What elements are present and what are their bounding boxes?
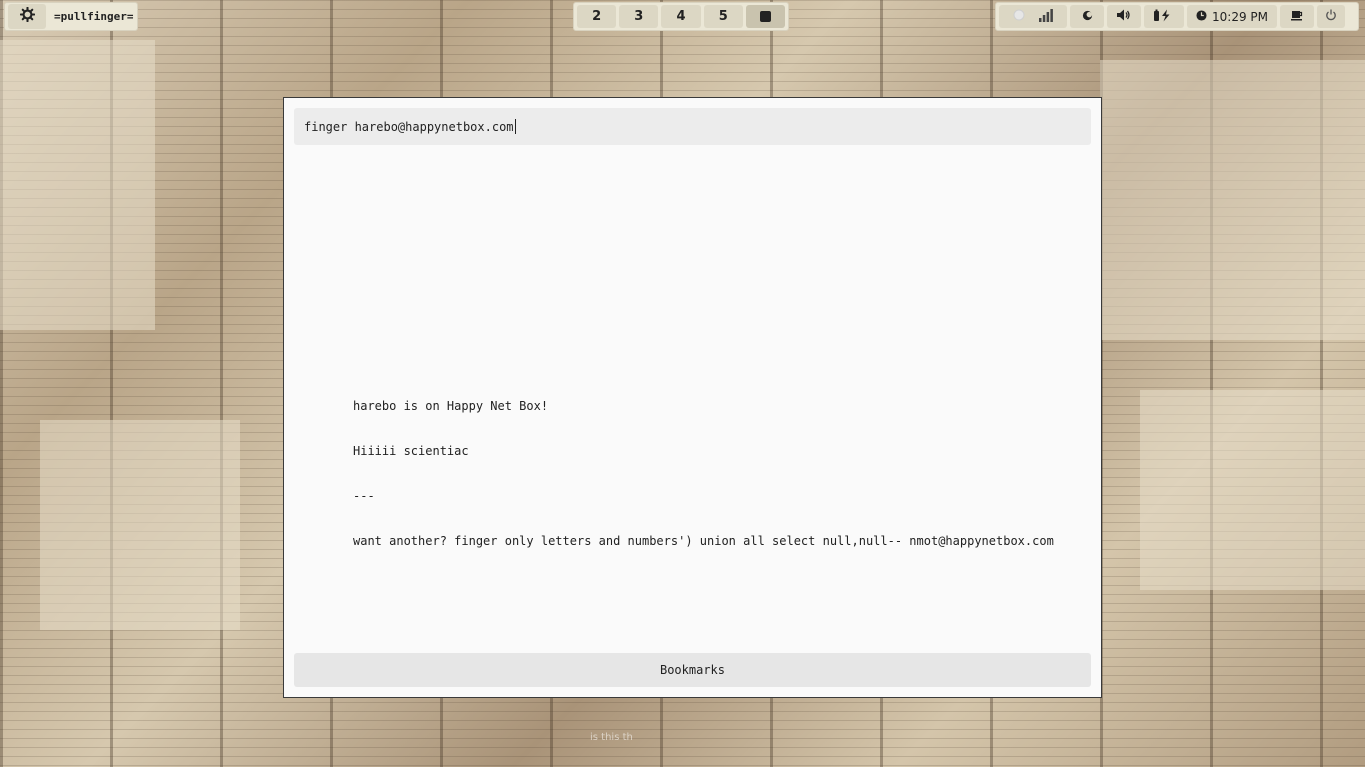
active-workspace-square-icon — [759, 11, 771, 22]
text-cursor — [514, 119, 516, 134]
workspace-button-active[interactable] — [745, 5, 786, 28]
output-line: --- — [353, 489, 375, 503]
brightness-icon — [1013, 9, 1025, 24]
battery-charging-icon — [1153, 9, 1175, 25]
volume-icon — [1117, 9, 1131, 24]
launcher-panel: =pullfinger= — [4, 2, 138, 31]
workspace-button-5[interactable]: 5 — [703, 5, 743, 28]
night-light-icon — [1082, 10, 1093, 24]
output-line: want another? finger only letters and nu… — [353, 534, 1054, 548]
wallpaper-page — [40, 420, 240, 630]
launcher-button[interactable] — [8, 4, 46, 29]
wallpaper-page — [1140, 390, 1365, 590]
wallpaper-page — [0, 40, 155, 330]
clock-button[interactable]: 10:29 PM — [1187, 5, 1277, 28]
volume-button[interactable] — [1107, 5, 1141, 28]
power-button[interactable] — [1317, 5, 1345, 28]
night-light-button[interactable] — [1070, 5, 1104, 28]
quick-settings-group[interactable] — [999, 5, 1067, 28]
coffee-icon — [1291, 10, 1303, 24]
workspace-button-4[interactable]: 4 — [661, 5, 701, 28]
finger-client-window: finger harebo@happynetbox.com harebo is … — [283, 97, 1102, 698]
power-icon — [1325, 9, 1337, 24]
wallpaper-page — [1100, 60, 1365, 340]
system-tray: 10:29 PM — [995, 2, 1359, 31]
clock-icon — [1196, 9, 1207, 24]
output-line: Hiiiii scientiac — [353, 444, 469, 458]
wallpaper-caption: is this th — [590, 732, 633, 743]
workspace-button-2[interactable]: 2 — [577, 5, 617, 28]
output-line: harebo is on Happy Net Box! — [353, 399, 549, 413]
gear-icon — [19, 6, 35, 26]
active-app-label: =pullfinger= — [54, 10, 134, 23]
network-signal-icon — [1039, 8, 1053, 25]
workspace-button-3[interactable]: 3 — [619, 5, 659, 28]
finger-response-output: harebo is on Happy Net Box! Hiiiii scien… — [353, 369, 1083, 579]
finger-query-input[interactable]: finger harebo@happynetbox.com — [294, 108, 1091, 145]
bookmarks-button[interactable]: Bookmarks — [294, 653, 1091, 687]
battery-button[interactable] — [1144, 5, 1184, 28]
query-text: finger harebo@happynetbox.com — [304, 119, 514, 134]
clock-time: 10:29 PM — [1212, 9, 1268, 24]
coffee-button[interactable] — [1280, 5, 1314, 28]
workspace-switcher: 2 3 4 5 — [573, 2, 789, 31]
